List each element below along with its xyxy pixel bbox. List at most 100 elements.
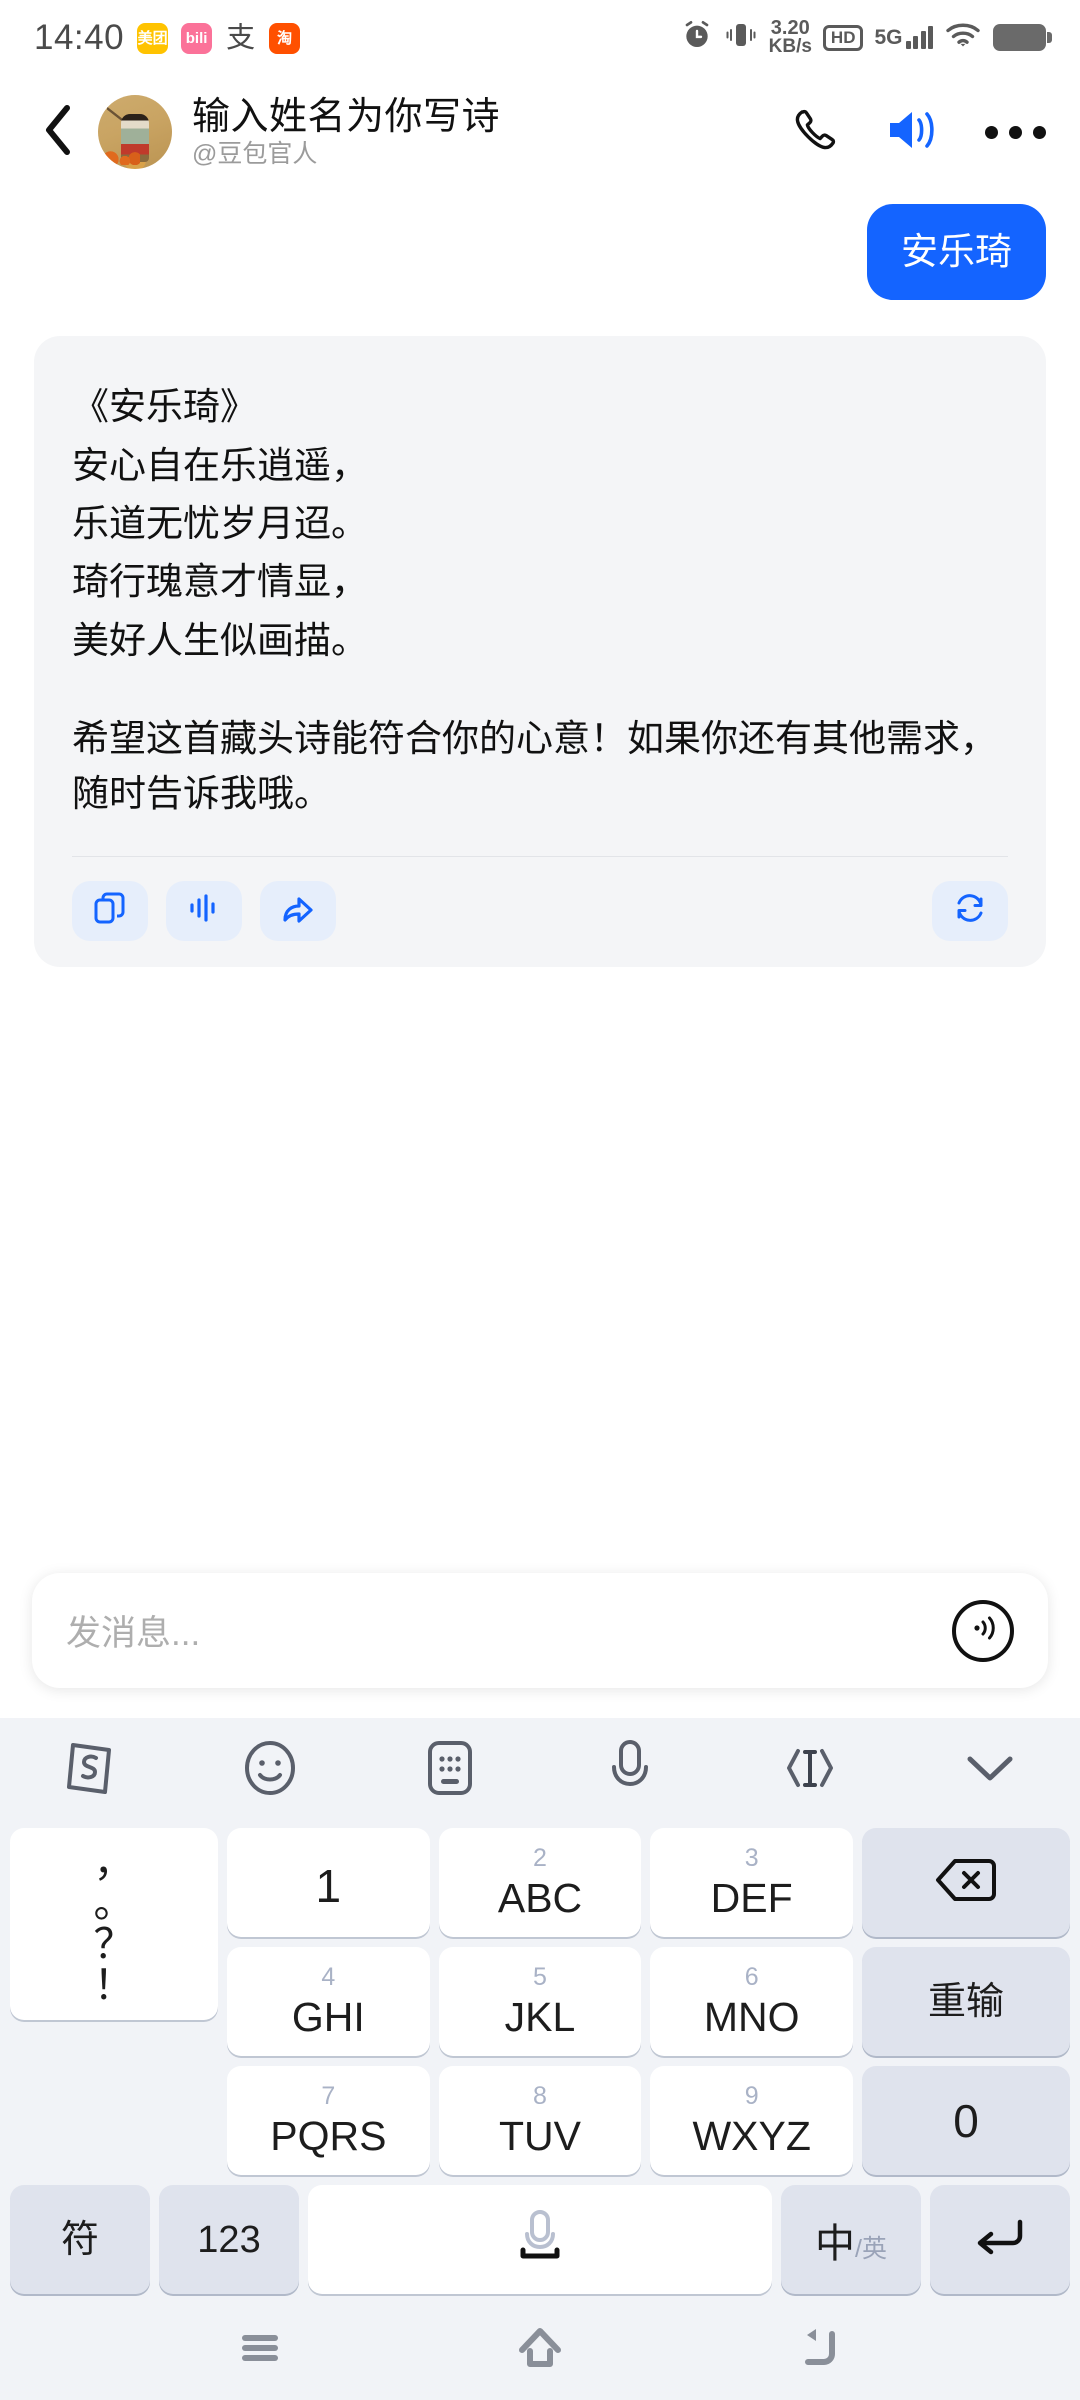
recents-button[interactable]: [215, 2315, 305, 2385]
key-6-mno[interactable]: 6 MNO: [650, 1947, 854, 2056]
key-label: 重输: [928, 1980, 1005, 2023]
page-title: 输入姓名为你写诗: [192, 95, 501, 138]
keypad-row: 1 2 ABC 3 DEF: [227, 1828, 1071, 1937]
status-time: 14:40: [34, 18, 125, 57]
poem-line: 美好人生似画描。: [72, 619, 368, 661]
notification-icon-alipay: 支: [225, 22, 257, 54]
share-button[interactable]: [260, 880, 336, 941]
key-label: 123: [197, 2218, 261, 2261]
key-label: ABC: [497, 1875, 583, 1921]
poem-title: 《安乐琦》: [72, 386, 257, 428]
more-options-button[interactable]: [985, 125, 1046, 139]
key-2-abc[interactable]: 2 ABC: [438, 1828, 642, 1937]
key-label: JKL: [504, 1994, 576, 2040]
key-4-ghi[interactable]: 4 GHI: [227, 1947, 430, 2056]
keypad-main: 1 2 ABC 3 DEF 4 GHI 5 JKL 6 MNO 重输 7 PQR…: [227, 1828, 1071, 2185]
key-language-toggle[interactable]: 中 /英: [781, 2185, 921, 2294]
ai-closing-text: 希望这首藏头诗能符合你的心意！如果你还有其他需求，随时告诉我哦。: [72, 718, 997, 815]
key-comma[interactable]: ，: [94, 1842, 135, 1883]
key-3-def[interactable]: 3 DEF: [650, 1828, 854, 1937]
user-message-bubble[interactable]: 安乐琦: [867, 204, 1046, 301]
key-question[interactable]: ？: [94, 1924, 135, 1965]
key-label: 符: [60, 2218, 99, 2261]
key-num: 9: [744, 2082, 759, 2110]
message-input[interactable]: 发消息...: [66, 1605, 952, 1656]
key-retype[interactable]: 重输: [862, 1947, 1071, 2056]
back-button-nav[interactable]: [775, 2315, 865, 2385]
input-bar-container: 发消息...: [0, 1545, 1080, 1718]
keyboard-toolbar: [0, 1718, 1080, 1822]
key-exclaim[interactable]: ！: [94, 1965, 135, 2006]
key-5-jkl[interactable]: 5 JKL: [438, 1947, 642, 2056]
key-label: 中 /英: [815, 2211, 887, 2269]
poem-line: 琦行瑰意才情显，: [72, 561, 368, 603]
status-bar-right: 3.20 KB/s HD 5G: [681, 18, 1052, 58]
keyboard-bottom-row: 符 123 中 /英: [0, 2185, 1080, 2294]
keyboard-switch-button[interactable]: [414, 1734, 486, 1806]
punctuation-column: ， 。 ？ ！: [10, 1828, 218, 2185]
key-backspace[interactable]: [862, 1828, 1071, 1937]
phone-call-button[interactable]: [789, 104, 841, 161]
key-num: 2: [533, 1844, 547, 1872]
header-actions: [789, 104, 1046, 161]
poem-line: 乐道无忧岁月迢。: [72, 503, 368, 544]
message-input-bar[interactable]: 发消息...: [32, 1573, 1048, 1688]
back-arrow-icon: [796, 2324, 844, 2377]
user-message-row: 安乐琦: [34, 204, 1046, 301]
key-period[interactable]: 。: [94, 1883, 135, 1924]
network-type-label: 5G: [874, 26, 903, 50]
key-numbers[interactable]: 123: [159, 2185, 299, 2294]
key-7-pqrs[interactable]: 7 PQRS: [227, 2066, 430, 2175]
avatar[interactable]: [98, 95, 172, 169]
key-num: 8: [533, 2082, 547, 2110]
lang-secondary: /英: [855, 2234, 887, 2263]
page-subtitle: @豆包官人: [192, 140, 318, 169]
key-label: TUV: [499, 2113, 581, 2159]
key-9-wxyz[interactable]: 9 WXYZ: [650, 2066, 854, 2175]
home-button[interactable]: [495, 2315, 585, 2385]
punctuation-keys[interactable]: ， 。 ？ ！: [10, 1828, 218, 2020]
key-label: 0: [953, 2094, 979, 2147]
ai-action-bar: [72, 857, 1008, 967]
text-cursor-button[interactable]: [774, 1734, 846, 1806]
hd-icon: HD: [822, 25, 864, 51]
chevron-left-icon: [38, 102, 80, 163]
key-label: MNO: [703, 1994, 800, 2040]
back-button[interactable]: [28, 101, 90, 163]
notification-icon-meituan: 美团: [137, 22, 169, 54]
avatar-flowers: [104, 151, 140, 165]
key-8-tuv[interactable]: 8 TUV: [438, 2066, 642, 2175]
key-enter[interactable]: [930, 2185, 1070, 2294]
ai-message-bubble: 《安乐琦》 安心自在乐逍遥， 乐道无忧岁月迢。 琦行瑰意才情显， 美好人生似画描…: [34, 336, 1046, 967]
lang-primary: 中: [815, 2221, 856, 2266]
key-1[interactable]: 1: [227, 1828, 430, 1937]
emoji-button[interactable]: [234, 1734, 306, 1806]
key-symbols[interactable]: 符: [10, 2185, 150, 2294]
voice-input-button[interactable]: [952, 1599, 1014, 1662]
key-0[interactable]: 0: [862, 2066, 1071, 2175]
more-dots-icon: [985, 125, 998, 139]
poem-block: 《安乐琦》 安心自在乐逍遥， 乐道无忧岁月迢。 琦行瑰意才情显， 美好人生似画描…: [72, 378, 1008, 670]
collapse-keyboard-button[interactable]: [954, 1734, 1026, 1806]
text-cursor-icon: [782, 1739, 838, 1802]
key-num: 4: [321, 1963, 336, 1991]
key-num: 6: [744, 1963, 759, 1991]
wifi-icon: [944, 20, 982, 55]
copy-button[interactable]: [72, 880, 148, 941]
keypad-row: 7 PQRS 8 TUV 9 WXYZ 0: [227, 2066, 1071, 2175]
signal-icon: 5G: [874, 26, 933, 50]
network-speed-unit: KB/s: [768, 36, 812, 58]
sogou-logo-button[interactable]: [54, 1734, 126, 1806]
microphone-button[interactable]: [594, 1734, 666, 1806]
regenerate-button[interactable]: [932, 880, 1008, 941]
key-num: 5: [533, 1963, 547, 1991]
recents-menu-icon: [236, 2327, 284, 2374]
copy-icon: [93, 891, 127, 930]
read-aloud-button[interactable]: [166, 880, 242, 941]
status-bar: 14:40 美团 bili 支 淘 3.20 KB/s HD 5G: [0, 0, 1080, 76]
keyboard-switch-icon: [425, 1738, 475, 1803]
backspace-icon: [935, 1857, 997, 1908]
key-label: 1: [315, 1860, 342, 1912]
key-space[interactable]: [308, 2185, 772, 2294]
speaker-button[interactable]: [885, 105, 941, 160]
